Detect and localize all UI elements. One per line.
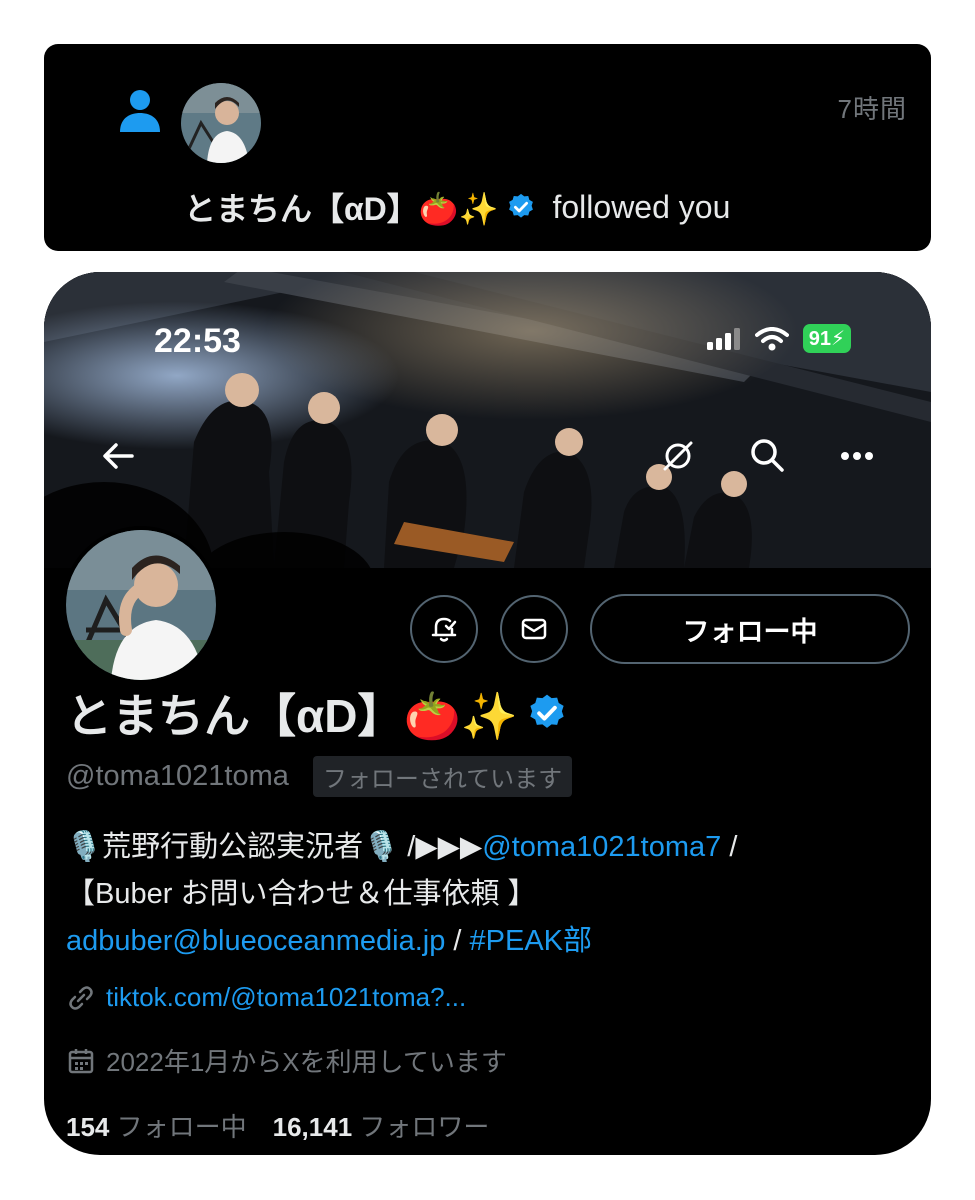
bio-line-2: 【Buber お問い合わせ＆仕事依頼 】 [66, 878, 537, 910]
bell-check-icon [431, 617, 457, 642]
profile-link-row: tiktok.com/@toma1021toma?... [66, 982, 466, 1013]
profile-joined-row: 2022年1月からXを利用しています [66, 1042, 507, 1079]
profile-bio: 🎙️荒野行動公認実況者🎙️ /▶▶▶@toma1021toma7 / 【Bube… [66, 824, 916, 965]
bio-email-link[interactable]: adbuber@blueoceanmedia.jp [66, 925, 445, 957]
profile-handle: @toma1021toma [66, 760, 289, 792]
wifi-icon [754, 326, 789, 350]
bio-text: / [445, 925, 470, 957]
follows-you-badge: フォローされています [312, 756, 573, 797]
search-icon[interactable] [748, 436, 786, 474]
mail-icon [521, 618, 547, 640]
calendar-icon [68, 1048, 94, 1073]
battery-level: 91 [808, 328, 831, 350]
profile-stats: 154 フォロー中 16,141 フォロワー [66, 1107, 489, 1144]
bio-text: / [721, 831, 738, 863]
following-count: 154 [66, 1112, 110, 1142]
verified-icon [509, 193, 534, 218]
message-button[interactable] [500, 595, 568, 663]
profile-display-name: とまちん【αD】🍅✨ [66, 690, 519, 742]
more-icon[interactable] [839, 450, 875, 462]
bio-line-1: 🎙️荒野行動公認実況者🎙️ /▶▶▶@toma1021toma7 / [66, 824, 916, 871]
following-stat[interactable]: 154 フォロー中 [66, 1107, 247, 1144]
avatar[interactable] [181, 83, 261, 163]
battery-indicator: 91⚡ [802, 324, 851, 353]
profile-website-link[interactable]: tiktok.com/@toma1021toma?... [106, 982, 466, 1013]
profile-joined-date: 2022年1月からXを利用しています [106, 1047, 507, 1077]
status-bar-indicators: 91⚡ [706, 324, 851, 353]
following-label: フォロー中 [116, 1112, 247, 1142]
profile-name-row: とまちん【αD】🍅✨ [66, 680, 568, 746]
followers-stat[interactable]: 16,141 フォロワー [273, 1107, 490, 1144]
link-icon [69, 985, 93, 1010]
back-arrow-icon[interactable] [100, 438, 136, 474]
profile-screenshot: 22:53 91⚡ フォロー中 とまちん【αD】🍅✨ @toma1021toma… [44, 272, 931, 1155]
verified-icon[interactable] [526, 692, 568, 734]
notifications-button[interactable] [410, 595, 478, 663]
bio-mention-link[interactable]: @toma1021toma7 [482, 831, 721, 863]
bio-line-3: adbuber@blueoceanmedia.jp / #PEAK部 [66, 918, 916, 965]
followers-label: フォロワー [359, 1112, 490, 1142]
person-icon [120, 90, 160, 132]
following-button[interactable]: フォロー中 [590, 594, 910, 664]
follow-notification[interactable]: 7時間 とまちん【αD】🍅✨ followed you [44, 44, 931, 251]
grok-icon[interactable] [660, 438, 696, 474]
notification-time: 7時間 [837, 94, 907, 124]
followers-count: 16,141 [272, 1112, 353, 1142]
notification-action: followed you [552, 188, 731, 225]
handle-row: @toma1021toma フォローされています [66, 756, 573, 797]
bio-text: 🎙️荒野行動公認実況者🎙️ /▶▶▶ [66, 831, 483, 863]
profile-banner: 22:53 91⚡ [44, 272, 931, 568]
banner-image [44, 272, 931, 568]
bio-hashtag-link[interactable]: #PEAK部 [470, 925, 593, 957]
status-bar-time: 22:53 [154, 322, 241, 360]
profile-avatar[interactable] [62, 526, 220, 684]
notification-text: とまちん【αD】🍅✨ followed you [184, 184, 730, 230]
signal-icon [706, 327, 740, 350]
notification-user-name[interactable]: とまちん【αD】🍅✨ [184, 184, 498, 230]
